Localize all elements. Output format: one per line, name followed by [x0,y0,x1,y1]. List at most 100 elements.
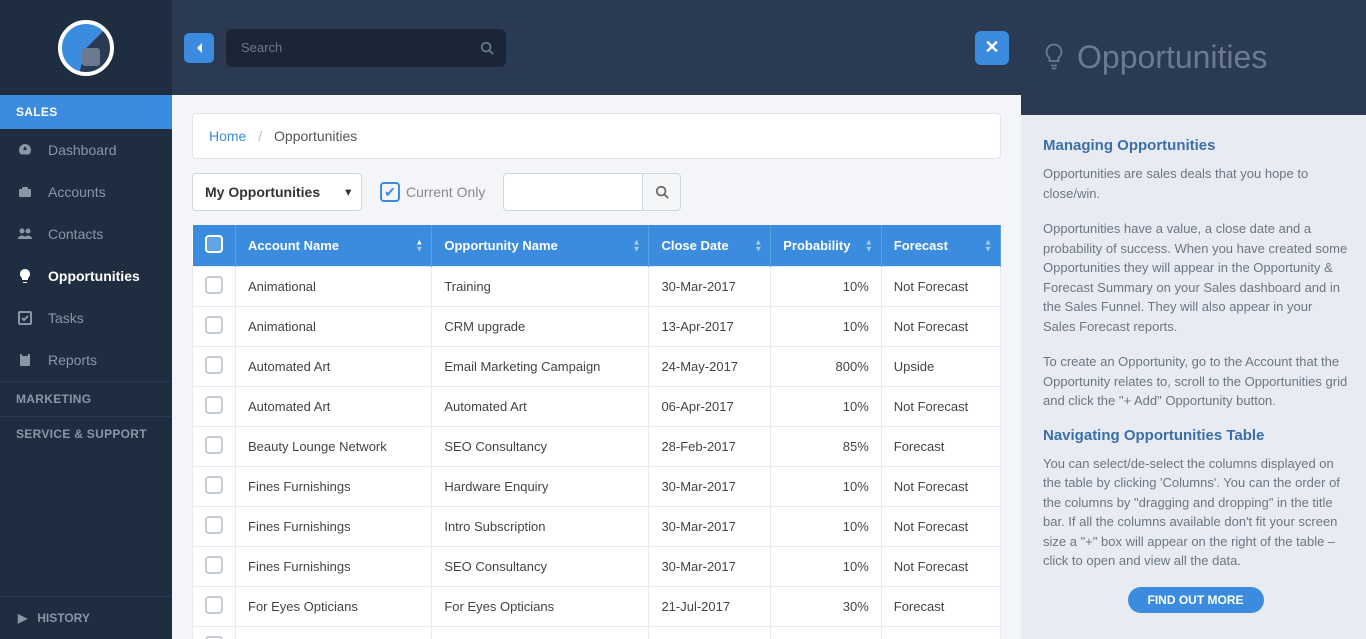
table-row[interactable]: AnimationalTraining30-Mar-201710%Not For… [193,267,1001,307]
cell-account: Beauty Lounge Network [236,427,432,467]
table-row[interactable]: Fines FurnishingsHardware Enquiry30-Mar-… [193,467,1001,507]
sidebar-collapse-button[interactable] [184,33,214,63]
breadcrumb-separator: / [258,128,262,144]
help-text: To create an Opportunity, go to the Acco… [1043,352,1348,411]
nav-section-marketing[interactable]: MARKETING [0,381,172,416]
table-row[interactable]: For Eyes OpticiansFor Eyes Opticians21-J… [193,587,1001,627]
help-text: Opportunities are sales deals that you h… [1043,164,1348,203]
topbar: ✕ [172,0,1021,95]
cell-account: Animational [236,267,432,307]
cell-close: 30-Mar-2017 [649,547,771,587]
current-only-label: Current Only [406,184,485,200]
table-row[interactable]: Fines FurnishingsSEO Consultancy30-Mar-2… [193,547,1001,587]
cell-close: 28-Feb-2017 [649,427,771,467]
cell-account: Automated Art [236,347,432,387]
close-help-button[interactable]: ✕ [975,31,1009,65]
close-icon: ✕ [984,37,999,58]
cell-probability: 10% [771,307,882,347]
help-text: You can select/de-select the columns dis… [1043,454,1348,571]
row-select[interactable] [193,507,236,547]
filter-bar: My Opportunities ✔ Current Only [192,173,1001,211]
row-select[interactable] [193,347,236,387]
nav-label: Tasks [48,310,84,326]
view-dropdown[interactable]: My Opportunities [192,173,362,211]
row-select[interactable] [193,307,236,347]
breadcrumb: Home / Opportunities [192,113,1001,159]
table-row[interactable]: Beauty Lounge NetworkSEO Consultancy28-F… [193,427,1001,467]
nav-label: Opportunities [48,268,140,284]
nav-section-sales[interactable]: SALES [0,95,172,129]
row-select[interactable] [193,267,236,307]
chevron-left-icon [194,42,204,54]
help-header: Opportunities [1021,0,1366,115]
cell-account: Automated Art [236,387,432,427]
nav-item-opportunities[interactable]: Opportunities [0,255,172,297]
col-forecast[interactable]: Forecast▲▼ [881,225,1000,267]
cell-forecast: Not Forecast [881,387,1000,427]
col-probability[interactable]: Probability▲▼ [771,225,882,267]
row-select[interactable] [193,627,236,639]
row-select[interactable] [193,387,236,427]
checkbox-icon [205,516,223,534]
nav-label: Dashboard [48,142,117,158]
checkbox-icon [205,596,223,614]
breadcrumb-current: Opportunities [274,128,357,144]
nav-item-contacts[interactable]: Contacts [0,213,172,255]
gauge-icon [16,141,34,159]
app-logo[interactable] [58,20,114,76]
history-label: HISTORY [37,611,90,625]
cell-close: 30-Mar-2017 [649,267,771,307]
search-icon [655,185,669,199]
checkbox-checked-icon: ✔ [380,182,400,202]
nav-item-accounts[interactable]: Accounts [0,171,172,213]
select-all-header[interactable] [193,225,236,267]
checkbox-icon [205,316,223,334]
breadcrumb-home[interactable]: Home [209,128,246,144]
table-row[interactable]: Automated ArtEmail Marketing Campaign24-… [193,347,1001,387]
help-body[interactable]: Managing Opportunities Opportunities are… [1021,115,1366,639]
logo-area [0,0,172,95]
cell-probability: 30% [771,587,882,627]
checkbox-icon [205,276,223,294]
row-select[interactable] [193,587,236,627]
cell-forecast: Upside [881,347,1000,387]
cell-probability: 10% [771,467,882,507]
find-out-more-button[interactable]: FIND OUT MORE [1128,587,1264,613]
nav-item-reports[interactable]: Reports [0,339,172,381]
cell-opportunity: Hardware Enquiry [432,467,649,507]
row-select[interactable] [193,547,236,587]
cell-close: 30-Mar-2017 [649,467,771,507]
lightbulb-icon [16,267,34,285]
cell-forecast: Not Forecast [881,547,1000,587]
nav-item-dashboard[interactable]: Dashboard [0,129,172,171]
cell-opportunity: Pizza Pan [432,627,649,639]
search-icon [480,41,494,55]
row-select[interactable] [193,467,236,507]
table-row[interactable]: Fines FurnishingsIntro Subscription30-Ma… [193,507,1001,547]
nav-item-tasks[interactable]: Tasks [0,297,172,339]
row-select[interactable] [193,427,236,467]
col-opportunity[interactable]: Opportunity Name▲▼ [432,225,649,267]
filter-text-input[interactable] [503,173,643,211]
current-only-checkbox[interactable]: ✔ Current Only [380,182,485,202]
nav-label: Accounts [48,184,106,200]
nav-label: Contacts [48,226,103,242]
table-row[interactable]: AnimationalCRM upgrade13-Apr-201710%Not … [193,307,1001,347]
cell-account: For Eyes Opticians [236,587,432,627]
nav-section-service[interactable]: SERVICE & SUPPORT [0,416,172,451]
chevron-right-icon: ▶ [18,611,27,625]
cell-opportunity: CRM upgrade [432,307,649,347]
cell-probability: 50% [771,627,882,639]
table-row[interactable]: Automated ArtAutomated Art06-Apr-201710%… [193,387,1001,427]
cell-account: Fines Furnishings [236,507,432,547]
col-account[interactable]: Account Name▲▼ [236,225,432,267]
cell-account: Fines Furnishings [236,467,432,507]
checkbox-icon [205,556,223,574]
col-close[interactable]: Close Date▲▼ [649,225,771,267]
sidebar: SALES Dashboard Accounts Contacts Opport… [0,0,172,639]
cell-forecast: Not Forecast [881,507,1000,547]
nav-history[interactable]: ▶ HISTORY [0,596,172,639]
table-row[interactable]: Lunchtime DinersPizza Pan26-Apr-201750%F… [193,627,1001,639]
search-input[interactable] [226,29,506,67]
filter-search-button[interactable] [643,173,681,211]
